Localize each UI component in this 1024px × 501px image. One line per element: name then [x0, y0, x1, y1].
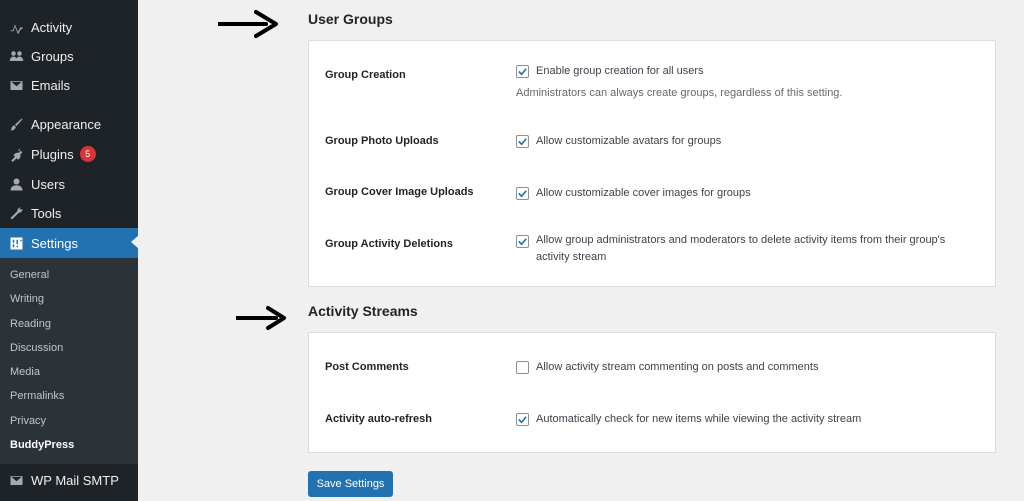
submenu-item-discussion[interactable]: Discussion: [10, 342, 63, 354]
checkbox-label[interactable]: Allow group administrators and moderator…: [536, 232, 976, 266]
plugin-icon: [8, 146, 24, 162]
activity-auto-refresh-checkbox[interactable]: [516, 413, 529, 426]
submenu-item-buddypress[interactable]: BuddyPress: [10, 439, 74, 451]
sidebar-item-emails[interactable]: Emails: [0, 71, 138, 99]
email-icon: [8, 77, 24, 93]
checkmark-icon: [518, 190, 527, 198]
save-settings-button[interactable]: Save Settings: [308, 471, 393, 497]
submenu-item-writing[interactable]: Writing: [10, 293, 44, 305]
checkmark-icon: [518, 238, 527, 246]
sidebar-item-settings[interactable]: Settings: [0, 228, 139, 258]
sidebar-item-label: Plugins: [31, 146, 74, 162]
row-label-post-comments: Post Comments: [325, 361, 409, 373]
submenu-item-permalinks[interactable]: Permalinks: [10, 390, 64, 402]
checkbox-label[interactable]: Automatically check for new items while …: [536, 413, 861, 425]
submenu-item-reading[interactable]: Reading: [10, 318, 51, 330]
sidebar-item-users[interactable]: Users: [0, 170, 138, 198]
sidebar-item-activity[interactable]: Activity: [0, 13, 138, 41]
wrench-icon: [8, 205, 24, 221]
admin-sidebar: Activity Groups Emails Appearance Plugin…: [0, 0, 139, 501]
row-label-group-creation: Group Creation: [325, 69, 406, 81]
section-title-user-groups: User Groups: [308, 11, 393, 27]
settings-submenu: General Writing Reading Discussion Media…: [0, 258, 138, 464]
checkbox-label[interactable]: Enable group creation for all users: [536, 65, 704, 77]
row-label-group-cover-image-uploads: Group Cover Image Uploads: [325, 186, 474, 198]
submenu-item-media[interactable]: Media: [10, 366, 40, 378]
sidebar-item-label: Settings: [31, 235, 78, 251]
sidebar-item-wp-mail-smtp[interactable]: WP Mail SMTP: [0, 465, 138, 495]
group-cover-image-uploads-checkbox[interactable]: [516, 187, 529, 200]
submenu-item-privacy[interactable]: Privacy: [10, 415, 46, 427]
arrow-right-icon: [218, 10, 278, 38]
paintbrush-icon: [8, 116, 24, 132]
sidebar-item-label: Emails: [31, 77, 71, 93]
sidebar-item-plugins[interactable]: Plugins 5: [0, 140, 138, 168]
checkbox-label[interactable]: Allow customizable avatars for groups: [536, 135, 721, 147]
checkbox-label[interactable]: Allow activity stream commenting on post…: [536, 361, 818, 373]
activity-icon: [8, 19, 24, 35]
sidebar-item-label: Appearance: [31, 116, 102, 132]
section-title-activity-streams: Activity Streams: [308, 303, 418, 319]
sidebar-item-appearance[interactable]: Appearance: [0, 110, 138, 138]
mail-icon: [8, 472, 24, 488]
submenu-item-general[interactable]: General: [10, 269, 49, 281]
group-creation-description: Administrators can always create groups,…: [516, 87, 843, 99]
plugin-update-count-badge: 5: [79, 146, 96, 162]
checkmark-icon: [518, 68, 527, 76]
user-groups-panel: Group Creation Enable group creation for…: [308, 40, 996, 287]
current-menu-indicator: [131, 235, 139, 249]
activity-streams-panel: Post Comments Allow activity stream comm…: [308, 332, 996, 453]
group-creation-checkbox[interactable]: [516, 65, 529, 78]
row-label-group-activity-deletions: Group Activity Deletions: [325, 238, 453, 250]
sidebar-item-groups[interactable]: Groups: [0, 42, 138, 70]
sidebar-item-label: Users: [31, 176, 65, 192]
row-label-activity-auto-refresh: Activity auto-refresh: [325, 413, 432, 425]
group-photo-uploads-checkbox[interactable]: [516, 135, 529, 148]
row-label-group-photo-uploads: Group Photo Uploads: [325, 135, 439, 147]
sidebar-item-tools[interactable]: Tools: [0, 199, 138, 227]
group-activity-deletions-checkbox[interactable]: [516, 235, 529, 248]
checkmark-icon: [518, 416, 527, 424]
sidebar-item-label: Tools: [31, 205, 62, 221]
checkmark-icon: [518, 138, 527, 146]
settings-icon: [8, 235, 24, 251]
sidebar-item-label: WP Mail SMTP: [31, 472, 119, 488]
sidebar-item-label: Activity: [31, 19, 73, 35]
user-icon: [8, 176, 24, 192]
post-comments-checkbox[interactable]: [516, 361, 529, 374]
groups-icon: [8, 48, 24, 64]
checkbox-label[interactable]: Allow customizable cover images for grou…: [536, 187, 751, 199]
sidebar-item-label: Groups: [31, 48, 74, 64]
arrow-right-icon: [236, 306, 286, 330]
